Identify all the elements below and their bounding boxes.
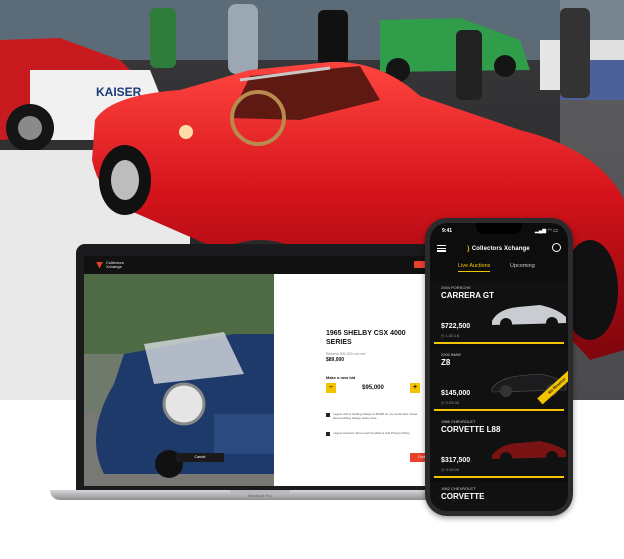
- bid-value[interactable]: $95,000: [362, 385, 384, 391]
- user-icon[interactable]: [552, 243, 561, 252]
- laptop-screen: Collectors Xchange 1965 SHELBY CSX 4000: [84, 256, 436, 486]
- listing-year: 2004 PORSCHE: [441, 285, 471, 290]
- listing-year: 2000 BMW: [441, 352, 461, 357]
- phone-screen: 9:41 ▂▄▆ ◠ ▭ ⟩ Collectors Xchange Live A…: [430, 223, 568, 511]
- status-time: 9:41: [442, 228, 453, 234]
- listing-title: 1965 SHELBY CSX 4000 SERIES: [326, 330, 406, 346]
- listing-model: CORVETTE: [441, 492, 485, 501]
- card-divider: [434, 409, 564, 411]
- listing-model: Z8: [441, 358, 451, 367]
- tab-bar: Live Auctions Upcoming: [430, 263, 568, 275]
- listing-card[interactable]: 2004 PORSCHE CARRERA GT $722,500 ◷ 1:32:…: [430, 281, 568, 344]
- brand-logo-icon: [96, 261, 103, 269]
- reserve-label: Reserve $92,000 not met: [326, 352, 366, 356]
- status-icons: ▂▄▆ ◠ ▭: [534, 228, 558, 234]
- app-brand: ⟩ Collectors Xchange: [467, 245, 530, 253]
- checkbox-icon: [326, 413, 330, 417]
- listing-time: ◷ 1:32:18: [441, 333, 459, 338]
- cancel-button[interactable]: Cancel: [176, 453, 224, 462]
- listing-card[interactable]: 1966 CHEVROLET CORVETTE L88 $317,500 ◷ 3…: [430, 415, 568, 478]
- card-divider: [434, 342, 564, 344]
- bid-stepper: – $95,000 +: [326, 383, 420, 393]
- listing-time: ◷ 3:10:00: [441, 467, 459, 472]
- listing-price: $145,000: [441, 390, 471, 397]
- listing-time: ◷ 2:23:30: [441, 400, 459, 405]
- laptop-lid: Collectors Xchange 1965 SHELBY CSX 4000: [76, 244, 444, 492]
- hamburger-menu-icon[interactable]: [437, 245, 446, 252]
- listing-year: 1962 CHEVROLET: [441, 486, 476, 491]
- laptop-mockup: Collectors Xchange 1965 SHELBY CSX 4000: [50, 244, 470, 502]
- decrement-button[interactable]: –: [326, 383, 336, 393]
- brand-logo[interactable]: Collectors Xchange: [96, 261, 130, 269]
- device-label: MacBook Pro: [247, 493, 272, 498]
- holding-charge-checkbox[interactable]: I agree with a holding charge of $1000 o…: [326, 412, 421, 420]
- app-brand-name: Collectors Xchange: [471, 246, 530, 252]
- listing-card[interactable]: 2000 BMW Z8 $145,000 ◷ 2:23:30 No Reserv…: [430, 348, 568, 411]
- tab-live-auctions[interactable]: Live Auctions: [458, 263, 491, 272]
- brand-x-icon: ⟩: [467, 246, 470, 253]
- listing-price: $722,500: [441, 323, 471, 330]
- phone-notch: [476, 223, 522, 234]
- listing-card[interactable]: 1962 CHEVROLET CORVETTE: [430, 482, 568, 511]
- checkbox-label: I agree with a holding charge of $1000 o…: [333, 412, 418, 420]
- car-image: [492, 441, 566, 464]
- tab-upcoming[interactable]: Upcoming: [510, 263, 535, 269]
- phone-mockup: 9:41 ▂▄▆ ◠ ▭ ⟩ Collectors Xchange Live A…: [425, 218, 573, 516]
- listing-year: 1966 CHEVROLET: [441, 419, 476, 424]
- checkbox-label: I agree Auctions Terms and Conditions an…: [333, 431, 411, 435]
- checkbox-icon: [326, 432, 330, 436]
- brand-name: Collectors Xchange: [106, 260, 124, 269]
- terms-checkbox[interactable]: I agree Auctions Terms and Conditions an…: [326, 431, 421, 436]
- current-price: $89,000: [326, 357, 345, 363]
- listing-model: CARRERA GT: [441, 291, 495, 300]
- laptop-navbar: Collectors Xchange: [84, 256, 436, 274]
- increment-button[interactable]: +: [409, 383, 420, 393]
- app-header: ⟩ Collectors Xchange: [430, 239, 568, 257]
- card-divider: [434, 476, 564, 478]
- bid-label: Make a new bid: [326, 375, 356, 380]
- listing-price: $317,500: [441, 457, 471, 464]
- car-image: [492, 305, 566, 330]
